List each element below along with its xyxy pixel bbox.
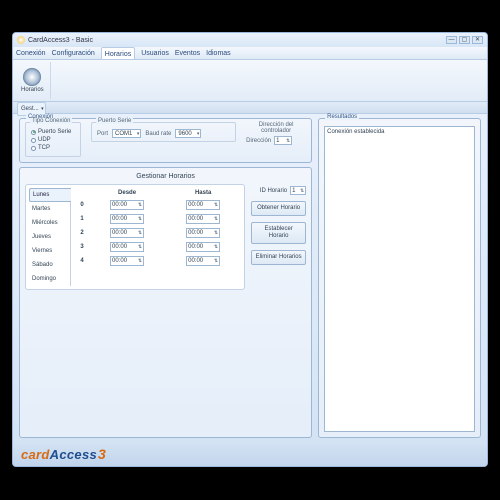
menu-conexion[interactable]: Conexión [16,47,46,59]
to-3[interactable]: 00:00 [186,242,220,252]
serial-fieldset: Puerto Serie Port COM1 Baud rate 9600 [91,122,236,142]
menu-eventos[interactable]: Eventos [175,47,200,59]
menu-usuarios[interactable]: Usuarios [141,47,169,59]
conn-type-fieldset: Tipo Conexión Puerto Serie UDP TCP [25,122,81,157]
ribbon-label: Horarios [21,87,44,93]
from-4[interactable]: 00:00 [110,256,144,266]
to-0[interactable]: 00:00 [186,200,220,210]
radio-udp[interactable]: UDP [31,137,75,143]
day-jueves[interactable]: Jueves [29,230,71,244]
right-column: Resultados Conexión establecida [318,118,481,438]
radio-serial[interactable]: Puerto Serie [31,129,75,135]
id-label: ID Horario [260,188,287,194]
close-button[interactable]: ✕ [472,36,483,44]
day-viernes[interactable]: Viernes [29,244,71,258]
clock-icon [23,68,41,86]
serial-label: Puerto Serie [96,118,133,124]
col-hasta: Hasta [165,190,241,196]
to-2[interactable]: 00:00 [186,228,220,238]
schedules-title: Gestionar Horarios [25,171,306,184]
time-row-2: 200:0000:00 [75,226,241,240]
titlebar: CardAccess3 - Basic — ▢ ✕ [13,33,487,47]
day-tabs: Lunes Martes Miércoles Jueves Viernes Sá… [29,188,71,286]
get-schedule-button[interactable]: Obtener Horario [251,201,306,216]
time-grid: DesdeHasta 000:0000:00 100:0000:00 200:0… [75,188,241,286]
col-desde: Desde [89,190,165,196]
port-label: Port [97,131,108,137]
ribbon-horarios[interactable]: Horarios [15,62,51,99]
day-miercoles[interactable]: Miércoles [29,216,71,230]
address-input[interactable]: 1 [274,136,292,145]
from-0[interactable]: 00:00 [110,200,144,210]
to-4[interactable]: 00:00 [186,256,220,266]
results-label: Resultados [325,114,359,120]
schedule-buttons: ID Horario1 Obtener Horario Establecer H… [251,184,306,290]
menu-idiomas[interactable]: Idiomas [206,47,231,59]
left-column: Conexión Tipo Conexión Puerto Serie UDP … [19,118,312,438]
set-schedule-button[interactable]: Establecer Horario [251,222,306,244]
menu-configuracion[interactable]: Configuración [52,47,95,59]
baud-label: Baud rate [145,131,171,137]
from-2[interactable]: 00:00 [110,228,144,238]
content: Conexión Tipo Conexión Puerto Serie UDP … [13,114,487,442]
id-input[interactable]: 1 [290,186,306,195]
schedules-group: Gestionar Horarios Lunes Martes Miércole… [19,167,312,438]
toolbar: Gest... [13,102,487,114]
time-row-0: 000:0000:00 [75,198,241,212]
connection-group: Conexión Tipo Conexión Puerto Serie UDP … [19,118,312,163]
results-group: Resultados Conexión establecida [318,118,481,438]
menubar: Conexión Configuración Horarios Usuarios… [13,47,487,60]
time-row-1: 100:0000:00 [75,212,241,226]
time-row-4: 400:0000:00 [75,254,241,268]
port-combo[interactable]: COM1 [112,129,141,138]
to-1[interactable]: 00:00 [186,214,220,224]
from-3[interactable]: 00:00 [110,242,144,252]
window-title: CardAccess3 - Basic [28,37,444,44]
radio-tcp[interactable]: TCP [31,145,75,151]
schedule-panel: Lunes Martes Miércoles Jueves Viernes Sá… [25,184,245,290]
ribbon: Horarios [13,60,487,102]
from-1[interactable]: 00:00 [110,214,144,224]
baud-combo[interactable]: 9600 [175,129,201,138]
conn-type-label: Tipo Conexión [30,118,72,124]
menu-horarios[interactable]: Horarios [101,47,135,59]
brand-bar: cardAccess3 [13,442,487,466]
address-label: Dirección [246,138,271,144]
day-lunes[interactable]: Lunes [29,188,71,202]
results-box: Conexión establecida [324,126,475,432]
time-row-3: 300:0000:00 [75,240,241,254]
delete-schedules-button[interactable]: Eliminar Horarios [251,250,306,265]
day-sabado[interactable]: Sábado [29,258,71,272]
controller-address: Dirección del controlador Dirección 1 [246,122,306,145]
day-domingo[interactable]: Domingo [29,272,71,286]
day-martes[interactable]: Martes [29,202,71,216]
app-window: CardAccess3 - Basic — ▢ ✕ Conexión Confi… [12,32,488,467]
maximize-button[interactable]: ▢ [459,36,470,44]
controller-label: Dirección del controlador [246,122,306,134]
app-icon [17,36,25,44]
minimize-button[interactable]: — [446,36,457,44]
